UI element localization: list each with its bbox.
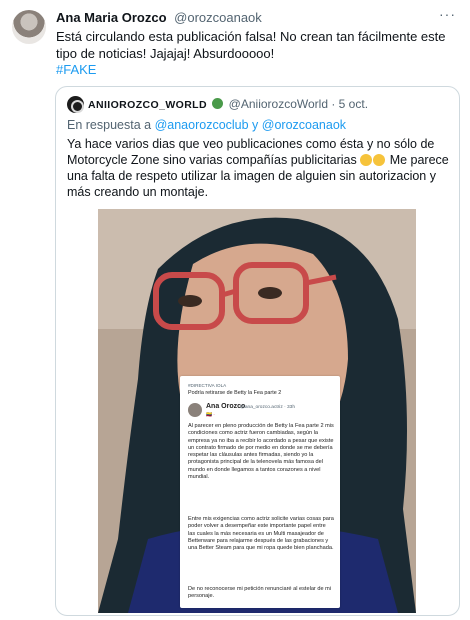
quote-header: ANIIOROZCO_WORLD @AniiorozcoWorld · 5 oc…	[88, 97, 368, 111]
tweet-header: Ana Maria Orozco @orozcoanaok	[56, 10, 262, 25]
worried-face-emoji-icon	[373, 154, 386, 166]
reply-prefix: En respuesta a	[67, 118, 152, 132]
quote-date[interactable]: · 5 oct.	[331, 97, 368, 111]
embedded-avatar	[188, 403, 202, 417]
more-options-icon[interactable]: ···	[439, 6, 456, 22]
quote-text: Ya hace varios dias que veo publicacione…	[67, 136, 457, 200]
quoted-tweet[interactable]: ANIIOROZCO_WORLD @AniiorozcoWorld · 5 oc…	[55, 86, 460, 616]
embedded-flags: 🇨🇴 ·	[206, 413, 215, 418]
author-handle[interactable]: @orozcoanaok	[174, 10, 262, 25]
reply-context: En respuesta a @anaorozcoclub y @orozcoa…	[67, 118, 346, 132]
embedded-paragraph-1: Al parecer en pleno producción de Betty …	[188, 423, 334, 481]
reply-handles[interactable]: @anaorozcoclub y @orozcoanaok	[155, 118, 346, 132]
globe-emoji-icon	[212, 98, 224, 109]
hashtag-link[interactable]: #FAKE	[56, 62, 96, 77]
author-avatar[interactable]	[12, 10, 46, 44]
author-name[interactable]: Ana Maria Orozco	[56, 10, 167, 25]
quote-avatar[interactable]	[67, 96, 84, 113]
embedded-tag: #DIRECTIVA IOLA	[188, 383, 227, 388]
embedded-handle: @ana_orozco.actriz · 33h	[240, 405, 295, 410]
tweet[interactable]: Ana Maria Orozco @orozcoanaok ··· Está c…	[0, 0, 470, 620]
quote-author-name[interactable]: ANIIOROZCO_WORLD	[88, 99, 207, 111]
embedded-paragraph-2: Entre mis exigencias como actriz solicit…	[188, 516, 334, 552]
tweet-text: Está circulando esta publicación falsa! …	[56, 29, 446, 61]
embedded-screenshot-card: #DIRECTIVA IOLA Podría retirarse de Bett…	[180, 376, 340, 608]
embedded-title: Podría retirarse de Betty la Fea parte 2	[188, 390, 282, 396]
quote-author-handle[interactable]: @AniiorozcoWorld	[229, 97, 328, 111]
embedded-paragraph-3: De no reconocerse mi petición renunciaré…	[188, 586, 332, 600]
quoted-photo[interactable]: #DIRECTIVA IOLA Podría retirarse de Bett…	[98, 209, 416, 613]
crying-face-emoji-icon	[360, 154, 373, 166]
